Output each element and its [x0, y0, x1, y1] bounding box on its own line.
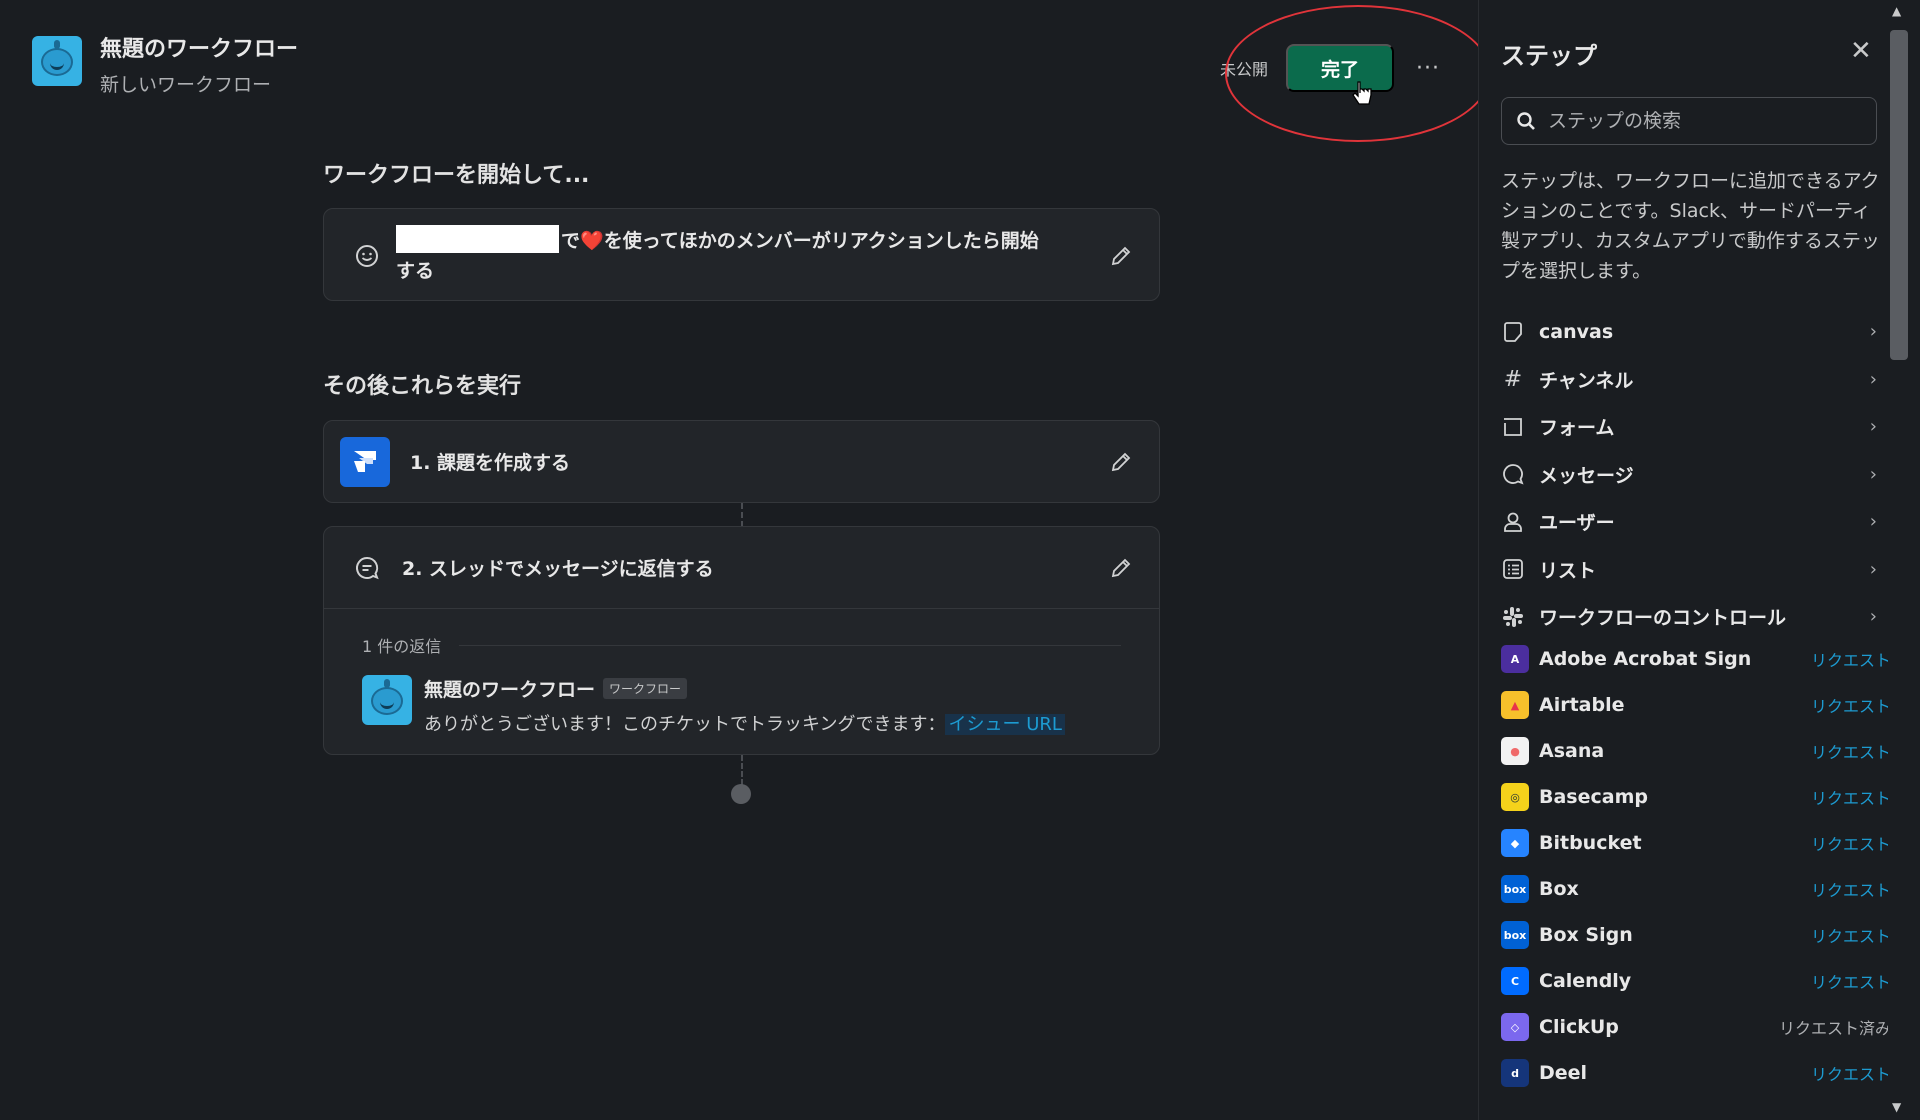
app-item[interactable]: ▲ Airtable リクエスト	[1501, 682, 1891, 728]
app-item[interactable]: box Box Sign リクエスト	[1501, 912, 1891, 958]
edit-pencil-icon[interactable]	[1109, 556, 1133, 580]
jira-icon	[340, 436, 390, 487]
chevron-right-icon: ›	[1869, 511, 1877, 533]
app-item[interactable]: C Calendly リクエスト	[1501, 958, 1891, 1004]
workflow-tag: ワークフロー	[603, 678, 688, 699]
chevron-right-icon: ›	[1869, 416, 1877, 438]
app-item[interactable]: ◆ Bitbucket リクエスト	[1501, 820, 1891, 866]
request-link[interactable]: リクエスト	[1811, 969, 1891, 993]
pointer-cursor-icon	[1352, 81, 1372, 105]
edit-pencil-icon[interactable]	[1109, 244, 1133, 268]
steps-panel: ステップ ✕ ステップは、ワークフローに追加できるアクションのことです。Slac…	[1478, 0, 1891, 1120]
workflow-header: 無題のワークフロー 新しいワークフロー	[32, 36, 298, 97]
category-channel[interactable]: # チャンネル ›	[1501, 356, 1891, 404]
category-list: canvas › # チャンネル › フォーム › メッセージ › ユーザー ›…	[1501, 308, 1891, 641]
emoji-reaction-icon	[356, 244, 378, 267]
requested-status: リクエスト済み	[1778, 1019, 1891, 1038]
box-sign-icon: box	[1501, 921, 1529, 949]
step-search	[1501, 97, 1877, 145]
panel-description: ステップは、ワークフローに追加できるアクションのことです。Slack、サードパー…	[1501, 170, 1880, 282]
chevron-right-icon: ›	[1869, 321, 1877, 343]
request-link[interactable]: リクエスト	[1811, 1061, 1891, 1085]
chevron-right-icon: ›	[1869, 368, 1877, 390]
thread-reply-icon	[356, 556, 379, 579]
app-list: A Adobe Acrobat Sign リクエスト ▲ Airtable リク…	[1501, 636, 1891, 1096]
category-list-item[interactable]: リスト ›	[1501, 546, 1891, 594]
reply-count-row: 1 件の返信	[362, 633, 1121, 657]
scrollbar-thumb[interactable]	[1890, 30, 1908, 360]
add-step-end-dot[interactable]	[731, 784, 751, 804]
step-label: 1. 課題を作成する	[410, 452, 571, 474]
category-message[interactable]: メッセージ ›	[1501, 451, 1891, 499]
slack-icon	[1501, 605, 1525, 629]
step-connector	[741, 503, 743, 527]
form-icon	[1501, 415, 1525, 439]
category-workflow-control[interactable]: ワークフローのコントロール ›	[1501, 593, 1891, 641]
workflow-avatar-icon	[32, 36, 82, 86]
workflow-subtitle: 新しいワークフロー	[100, 74, 272, 96]
app-item[interactable]: ◎ Basecamp リクエスト	[1501, 774, 1891, 820]
workflow-avatar-icon	[362, 675, 412, 725]
category-form[interactable]: フォーム ›	[1501, 403, 1891, 451]
app-item[interactable]: ● Asana リクエスト	[1501, 728, 1891, 774]
request-link[interactable]: リクエスト	[1811, 877, 1891, 901]
bitbucket-icon: ◆	[1501, 829, 1529, 857]
search-input[interactable]	[1548, 110, 1848, 132]
close-icon[interactable]: ✕	[1850, 36, 1872, 66]
step-card-2[interactable]: 2. スレッドでメッセージに返信する 1 件の返信 無題のワークフロー ワークフ…	[323, 526, 1160, 755]
scroll-up-arrow-icon[interactable]: ▲	[1892, 4, 1901, 18]
workflow-title[interactable]: 無題のワークフロー	[100, 36, 298, 64]
message-author: 無題のワークフロー	[424, 679, 596, 701]
chevron-right-icon: ›	[1869, 606, 1877, 628]
adobe-acrobat-sign-icon: A	[1501, 645, 1529, 673]
category-user[interactable]: ユーザー ›	[1501, 498, 1891, 546]
deel-icon: d	[1501, 1059, 1529, 1087]
message-text: ありがとうございます！このチケットでトラッキングできます：	[424, 714, 946, 735]
hash-icon: #	[1503, 366, 1523, 392]
steps-heading: その後これらを実行	[323, 374, 522, 399]
canvas-icon	[1501, 320, 1525, 344]
category-canvas[interactable]: canvas ›	[1501, 308, 1891, 356]
request-link[interactable]: リクエスト	[1811, 831, 1891, 855]
reply-message: 無題のワークフロー ワークフロー ありがとうございます！このチケットでトラッキン…	[362, 675, 1121, 736]
airtable-icon: ▲	[1501, 691, 1529, 719]
basecamp-icon: ◎	[1501, 783, 1529, 811]
step-label: 2. スレッドでメッセージに返信する	[402, 558, 714, 580]
request-link[interactable]: リクエスト	[1811, 923, 1891, 947]
trigger-description: で❤️を使ってほかのメンバーがリアクションしたら開始する	[396, 225, 1046, 286]
edit-pencil-icon[interactable]	[1109, 450, 1133, 474]
app-item[interactable]: A Adobe Acrobat Sign リクエスト	[1501, 636, 1891, 682]
app-item[interactable]: d Deel リクエスト	[1501, 1050, 1891, 1096]
trigger-heading: ワークフローを開始して...	[323, 163, 590, 188]
step-card-1[interactable]: 1. 課題を作成する	[323, 420, 1160, 503]
request-link[interactable]: リクエスト	[1811, 739, 1891, 763]
search-icon	[1517, 112, 1535, 130]
trigger-card[interactable]: で❤️を使ってほかのメンバーがリアクションしたら開始する	[323, 208, 1160, 301]
chevron-right-icon: ›	[1869, 463, 1877, 485]
message-icon	[1501, 462, 1525, 486]
app-item[interactable]: ◇ ClickUp リクエスト済み	[1501, 1004, 1891, 1050]
box-icon: box	[1501, 875, 1529, 903]
calendly-icon: C	[1501, 967, 1529, 995]
asana-icon: ●	[1501, 737, 1529, 765]
clickup-icon: ◇	[1501, 1013, 1529, 1041]
highlight-annotation	[1225, 5, 1491, 142]
heart-emoji-icon: ❤️	[580, 230, 604, 252]
chevron-right-icon: ›	[1869, 558, 1877, 580]
scroll-down-arrow-icon[interactable]: ▼	[1892, 1100, 1901, 1114]
reply-preview: 1 件の返信 無題のワークフロー ワークフロー ありがとうございます！このチケッ…	[324, 608, 1159, 762]
step-connector	[741, 755, 743, 785]
user-icon	[1501, 510, 1525, 534]
redacted-text	[396, 225, 559, 253]
request-link[interactable]: リクエスト	[1811, 647, 1891, 671]
list-icon	[1501, 557, 1525, 581]
app-item[interactable]: box Box リクエスト	[1501, 866, 1891, 912]
issue-url-link[interactable]: イシュー URL	[945, 714, 1065, 735]
request-link[interactable]: リクエスト	[1811, 785, 1891, 809]
panel-title: ステップ	[1501, 42, 1597, 70]
request-link[interactable]: リクエスト	[1811, 693, 1891, 717]
reply-count: 1 件の返信	[362, 637, 442, 656]
